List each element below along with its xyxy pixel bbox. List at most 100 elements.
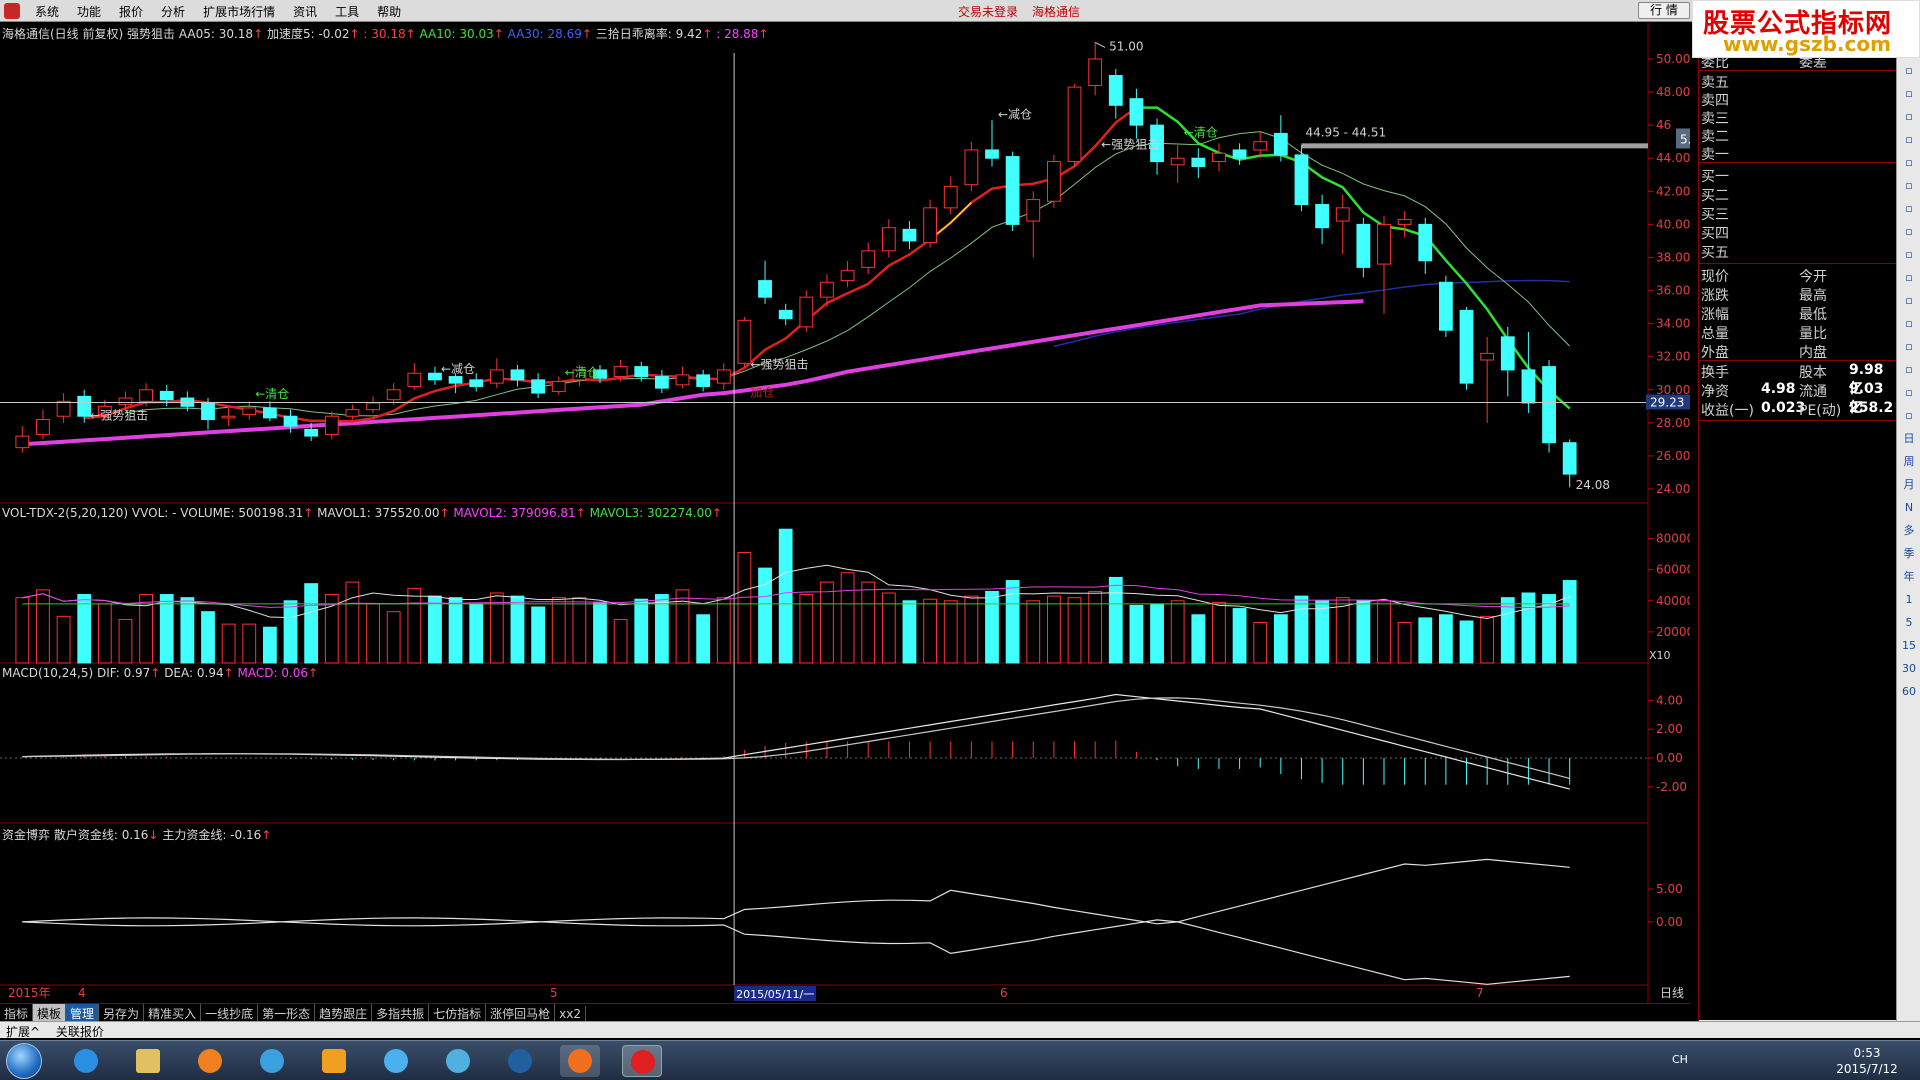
candle-down [1500, 336, 1515, 371]
tray-language[interactable]: CH [1672, 1053, 1688, 1066]
menu-help[interactable]: 帮助 [368, 3, 410, 20]
toolbar-tool-icon[interactable]: ▫ [1899, 291, 1919, 311]
period-button[interactable]: 15 [1899, 636, 1919, 656]
sell-level-3-label: 卖三 [1701, 111, 1729, 127]
toolbar-tool-icon[interactable]: ▫ [1899, 360, 1919, 380]
toolbar-tool-icon[interactable]: ▫ [1899, 314, 1919, 334]
app-icon[interactable] [4, 3, 20, 19]
vol-bar-down [1418, 617, 1433, 664]
bottom-tab-2[interactable]: 管理 [66, 1004, 100, 1021]
toolbar-tool-icon[interactable]: ▫ [1899, 383, 1919, 403]
vol-bar-down [1129, 604, 1144, 664]
bottom-tab-0[interactable]: 指标 [0, 1004, 34, 1021]
toolbar-tool-icon[interactable]: ▫ [1899, 406, 1919, 426]
candle-down [985, 149, 999, 159]
clock[interactable]: 0:53 2015/7/12 [1822, 1045, 1912, 1077]
period-button[interactable]: 60 [1899, 682, 1919, 702]
period-button[interactable]: 季 [1899, 544, 1919, 564]
period-button[interactable]: 年 [1899, 567, 1919, 587]
stat-right-label: 量比 [1799, 326, 1827, 342]
app-orange-icon[interactable] [190, 1045, 230, 1077]
vol-bar-down [283, 600, 298, 664]
toolbar-tool-icon[interactable]: ▫ [1899, 130, 1919, 150]
menu-quote[interactable]: 报价 [110, 3, 152, 20]
toolbar-tool-icon[interactable]: ▫ [1899, 176, 1919, 196]
quote-sep [1699, 162, 1897, 163]
macd-tick-label: -2.00 [1656, 780, 1687, 794]
period-button[interactable]: 5 [1899, 613, 1919, 633]
menu-extended-market[interactable]: 扩展市场行情 [194, 3, 284, 20]
market-button[interactable]: 行 情 [1638, 2, 1690, 19]
bottom-tab-6[interactable]: 第一形态 [258, 1004, 316, 1021]
chart-area[interactable]: 海格通信(日线 前复权) 强势狙击 AA05: 30.18↑ 加速度5: -0.… [0, 23, 1690, 1025]
bottom-tab-3[interactable]: 另存为 [99, 1004, 145, 1021]
network-icon[interactable] [252, 1045, 292, 1077]
ext-tab-related[interactable]: 关联报价 [50, 1022, 110, 1041]
stat-right-label: 最低 [1799, 307, 1827, 323]
bottom-tab-4[interactable]: 精准买入 [144, 1004, 202, 1021]
trade-status[interactable]: 交易未登录 [958, 3, 1018, 20]
bottom-tab-9[interactable]: 七仿指标 [429, 1004, 487, 1021]
period-button[interactable]: 1 [1899, 590, 1919, 610]
vol-bar-up [221, 623, 236, 664]
signal-label: ←清仓 [255, 387, 289, 401]
menu-tools[interactable]: 工具 [326, 3, 368, 20]
x-cursor-label: 2015/05/11/一 [736, 988, 814, 1001]
toolbar-tool-icon[interactable]: ▫ [1899, 199, 1919, 219]
menu-system[interactable]: 系统 [26, 3, 68, 20]
period-button[interactable]: 日 [1899, 429, 1919, 449]
candle-up [1377, 223, 1391, 265]
toolbar-tool-icon[interactable]: ▫ [1899, 84, 1919, 104]
vol-bar-up [1170, 600, 1185, 664]
toolbar-tool-icon[interactable]: ▫ [1899, 268, 1919, 288]
candle-up [1170, 157, 1185, 166]
k-icon[interactable] [500, 1045, 540, 1077]
candle-down [654, 376, 669, 389]
quote-panel: 委比 委差 卖五 卖四 卖三 卖二 卖一 买一 买二 买三 买四 买五 现价 涨跌 涨幅 总量 外盘 今开 最高 最低… [1698, 55, 1897, 1038]
period-button[interactable]: 30 [1899, 659, 1919, 679]
toolbar-tool-icon[interactable]: ▫ [1899, 61, 1919, 81]
toolbar-tool-icon[interactable]: ▫ [1899, 245, 1919, 265]
toolbar-tool-icon[interactable]: ▫ [1899, 337, 1919, 357]
macd-tick-label: 2.00 [1656, 722, 1683, 736]
bottom-tab-1[interactable]: 模板 [33, 1004, 67, 1021]
stock-app-icon[interactable] [622, 1045, 662, 1077]
period-button[interactable]: 月 [1899, 475, 1919, 495]
menu-function[interactable]: 功能 [68, 3, 110, 20]
cloud-icon[interactable] [438, 1045, 478, 1077]
ie-icon[interactable] [66, 1045, 106, 1077]
menu-items: 系统 功能 报价 分析 扩展市场行情 资讯 工具 帮助 [26, 3, 410, 20]
browser-icon[interactable] [560, 1045, 600, 1077]
bottom-tab-10[interactable]: 涨停回马枪 [486, 1004, 556, 1021]
bottom-tab-8[interactable]: 多指共振 [372, 1004, 430, 1021]
price-tick-label: 32.00 [1656, 350, 1690, 364]
fund-left-value: 4.98 [1761, 381, 1796, 397]
buy-level-3-label: 买三 [1701, 207, 1729, 223]
menu-analysis[interactable]: 分析 [152, 3, 194, 20]
start-button[interactable] [6, 1043, 42, 1079]
ext-tab-expand[interactable]: 扩展^ [0, 1022, 46, 1041]
toolbar-tool-icon[interactable]: ▫ [1899, 153, 1919, 173]
clock-time: 0:53 [1853, 1046, 1881, 1060]
period-button[interactable]: N [1899, 498, 1919, 518]
price-tick-label: 42.00 [1656, 184, 1690, 198]
toolbar-tool-icon[interactable]: ▫ [1899, 107, 1919, 127]
period-button[interactable]: 周 [1899, 452, 1919, 472]
vol-bar-up [1377, 600, 1391, 664]
macd-tick-label: 0.00 [1656, 751, 1683, 765]
candle-down [902, 228, 917, 242]
up-icon[interactable] [314, 1045, 354, 1077]
folder-icon[interactable] [128, 1045, 168, 1077]
bottom-tab-7[interactable]: 趋势跟庄 [315, 1004, 373, 1021]
candle-up [1026, 199, 1041, 222]
vol-bar-down [159, 594, 174, 664]
period-button[interactable]: 多 [1899, 521, 1919, 541]
toolbar-tool-icon[interactable]: ▫ [1899, 222, 1919, 242]
menu-news[interactable]: 资讯 [284, 3, 326, 20]
right-toolbar: ▫ ▫ ▫ ▫ ▫ ▫ ▫ ▫ ▫ ▫ ▫ ▫ ▫ ▫ ▫ ▫ 日周月 N 多季年 1 5 15 30 60 [1896, 58, 1920, 1030]
bottom-tab-5[interactable]: 一线抄底 [201, 1004, 259, 1021]
candlestick-chart[interactable]: 50.0048.004644.0042.0040.0038.0036.0034.… [0, 23, 1690, 1003]
candle-up [1397, 218, 1412, 225]
candle-up [820, 281, 834, 298]
bird-icon[interactable] [376, 1045, 416, 1077]
